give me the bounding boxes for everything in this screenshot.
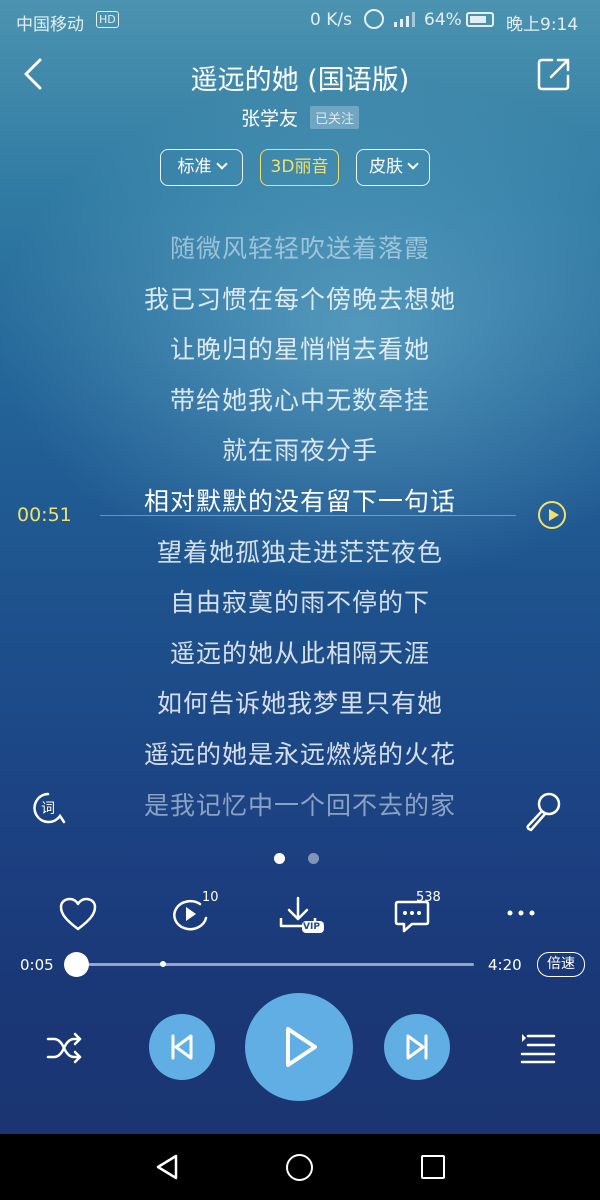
battery-icon	[466, 12, 494, 27]
download-button[interactable]: VIP	[272, 888, 324, 940]
vip-badge: VIP	[303, 922, 320, 932]
lyric-seek-line	[100, 515, 516, 516]
play-button[interactable]	[245, 993, 353, 1101]
microphone-icon	[526, 792, 561, 832]
current-time: 0:05	[20, 956, 54, 974]
skin-dropdown[interactable]: 皮肤	[356, 149, 430, 186]
lyric-line[interactable]: 遥远的她从此相隔天涯	[0, 629, 600, 680]
lyric-line[interactable]: 遥远的她是永远燃烧的火花	[0, 730, 600, 781]
previous-icon	[171, 1034, 193, 1060]
playlist-button[interactable]	[518, 1028, 558, 1068]
alarm-icon	[364, 9, 384, 29]
total-time: 4:20	[488, 956, 522, 974]
more-icon	[507, 910, 535, 916]
hd-badge: HD	[96, 11, 119, 28]
lyric-line[interactable]: 随微风轻轻吹送着落霞	[0, 224, 600, 275]
battery-percent: 64%	[424, 10, 462, 30]
skin-label: 皮肤	[369, 157, 403, 177]
lyric-line[interactable]: 如何告诉她我梦里只有她	[0, 679, 600, 730]
action-row: 10 VIP 538	[0, 888, 600, 940]
lyric-poster-button[interactable]: 词	[30, 790, 68, 828]
quality-label: 标准	[177, 157, 212, 177]
share-button[interactable]	[534, 54, 574, 94]
lyric-icon: 词	[33, 792, 66, 824]
play-from-lyric-button[interactable]	[538, 501, 566, 529]
page-dot-active	[274, 853, 285, 864]
loop-count: 10	[202, 890, 219, 905]
like-button[interactable]	[52, 888, 104, 940]
quality-dropdown[interactable]: 标准	[160, 149, 243, 186]
lyric-line[interactable]: 就在雨夜分手	[0, 426, 600, 477]
previous-button[interactable]	[149, 1014, 215, 1080]
nav-recents-icon[interactable]	[421, 1155, 445, 1179]
progress-thumb[interactable]	[64, 952, 90, 977]
lyric-line[interactable]: 望着她孤独走进茫茫夜色	[0, 528, 600, 579]
svg-text:词: 词	[41, 801, 55, 817]
navigation-bar	[0, 1134, 600, 1200]
status-bar: 中国移动 HD 0 K/s 64% 晚上9:14	[0, 0, 600, 40]
mode-row: 标准 3D丽音 皮肤	[160, 149, 440, 187]
follow-badge[interactable]: 已关注	[310, 106, 360, 129]
loop-count-button[interactable]: 10	[164, 888, 219, 940]
comment-count: 538	[416, 890, 441, 905]
lyric-line[interactable]: 让晚归的星悄悄去看她	[0, 325, 600, 376]
comments-button[interactable]: 538	[386, 888, 441, 940]
shuffle-button[interactable]	[44, 1028, 84, 1068]
next-button[interactable]	[384, 1014, 450, 1080]
karaoke-button[interactable]	[522, 790, 564, 832]
playlist-icon	[520, 1034, 556, 1064]
lyric-line-current[interactable]: 相对默默的没有留下一句话	[0, 477, 600, 528]
nav-back-icon[interactable]	[152, 1152, 182, 1182]
network-speed: 0 K/s	[310, 10, 352, 30]
share-icon	[537, 58, 570, 91]
artist-name[interactable]: 张学友	[241, 108, 298, 130]
heart-icon	[59, 897, 97, 931]
play-icon	[286, 1027, 317, 1067]
lyric-line[interactable]: 是我记忆中一个回不去的家	[0, 781, 600, 832]
lyric-line[interactable]: 带给她我心中无数牵挂	[0, 376, 600, 427]
chevron-down-icon	[215, 158, 228, 170]
chevron-down-icon	[407, 158, 419, 170]
artist-row: 张学友 已关注	[0, 104, 600, 131]
progress-marker	[160, 961, 167, 967]
next-icon	[406, 1034, 428, 1060]
playback-speed-button[interactable]: 倍速	[537, 952, 585, 977]
sound-effect-button[interactable]: 3D丽音	[260, 149, 339, 186]
sound-effect-label: 3D丽音	[270, 157, 329, 177]
lyric-line[interactable]: 自由寂寞的雨不停的下	[0, 578, 600, 629]
more-button[interactable]	[496, 888, 548, 940]
clock: 晚上9:14	[506, 15, 579, 35]
page-indicator	[274, 853, 324, 865]
carrier-label: 中国移动	[16, 15, 84, 35]
page-dot[interactable]	[308, 853, 319, 864]
signal-icon	[394, 12, 415, 27]
nav-home-icon[interactable]	[286, 1154, 313, 1181]
shuffle-icon	[46, 1032, 82, 1064]
progress-slider[interactable]	[64, 952, 474, 977]
lyric-line[interactable]: 我已习惯在每个傍晚去想她	[0, 275, 600, 326]
lyrics-panel[interactable]: 随微风轻轻吹送着落霞 我已习惯在每个傍晚去想她 让晚归的星悄悄去看她 带给她我心…	[0, 224, 600, 831]
lyric-seek-time: 00:51	[17, 504, 72, 526]
song-title: 遥远的她 (国语版)	[190, 65, 410, 96]
